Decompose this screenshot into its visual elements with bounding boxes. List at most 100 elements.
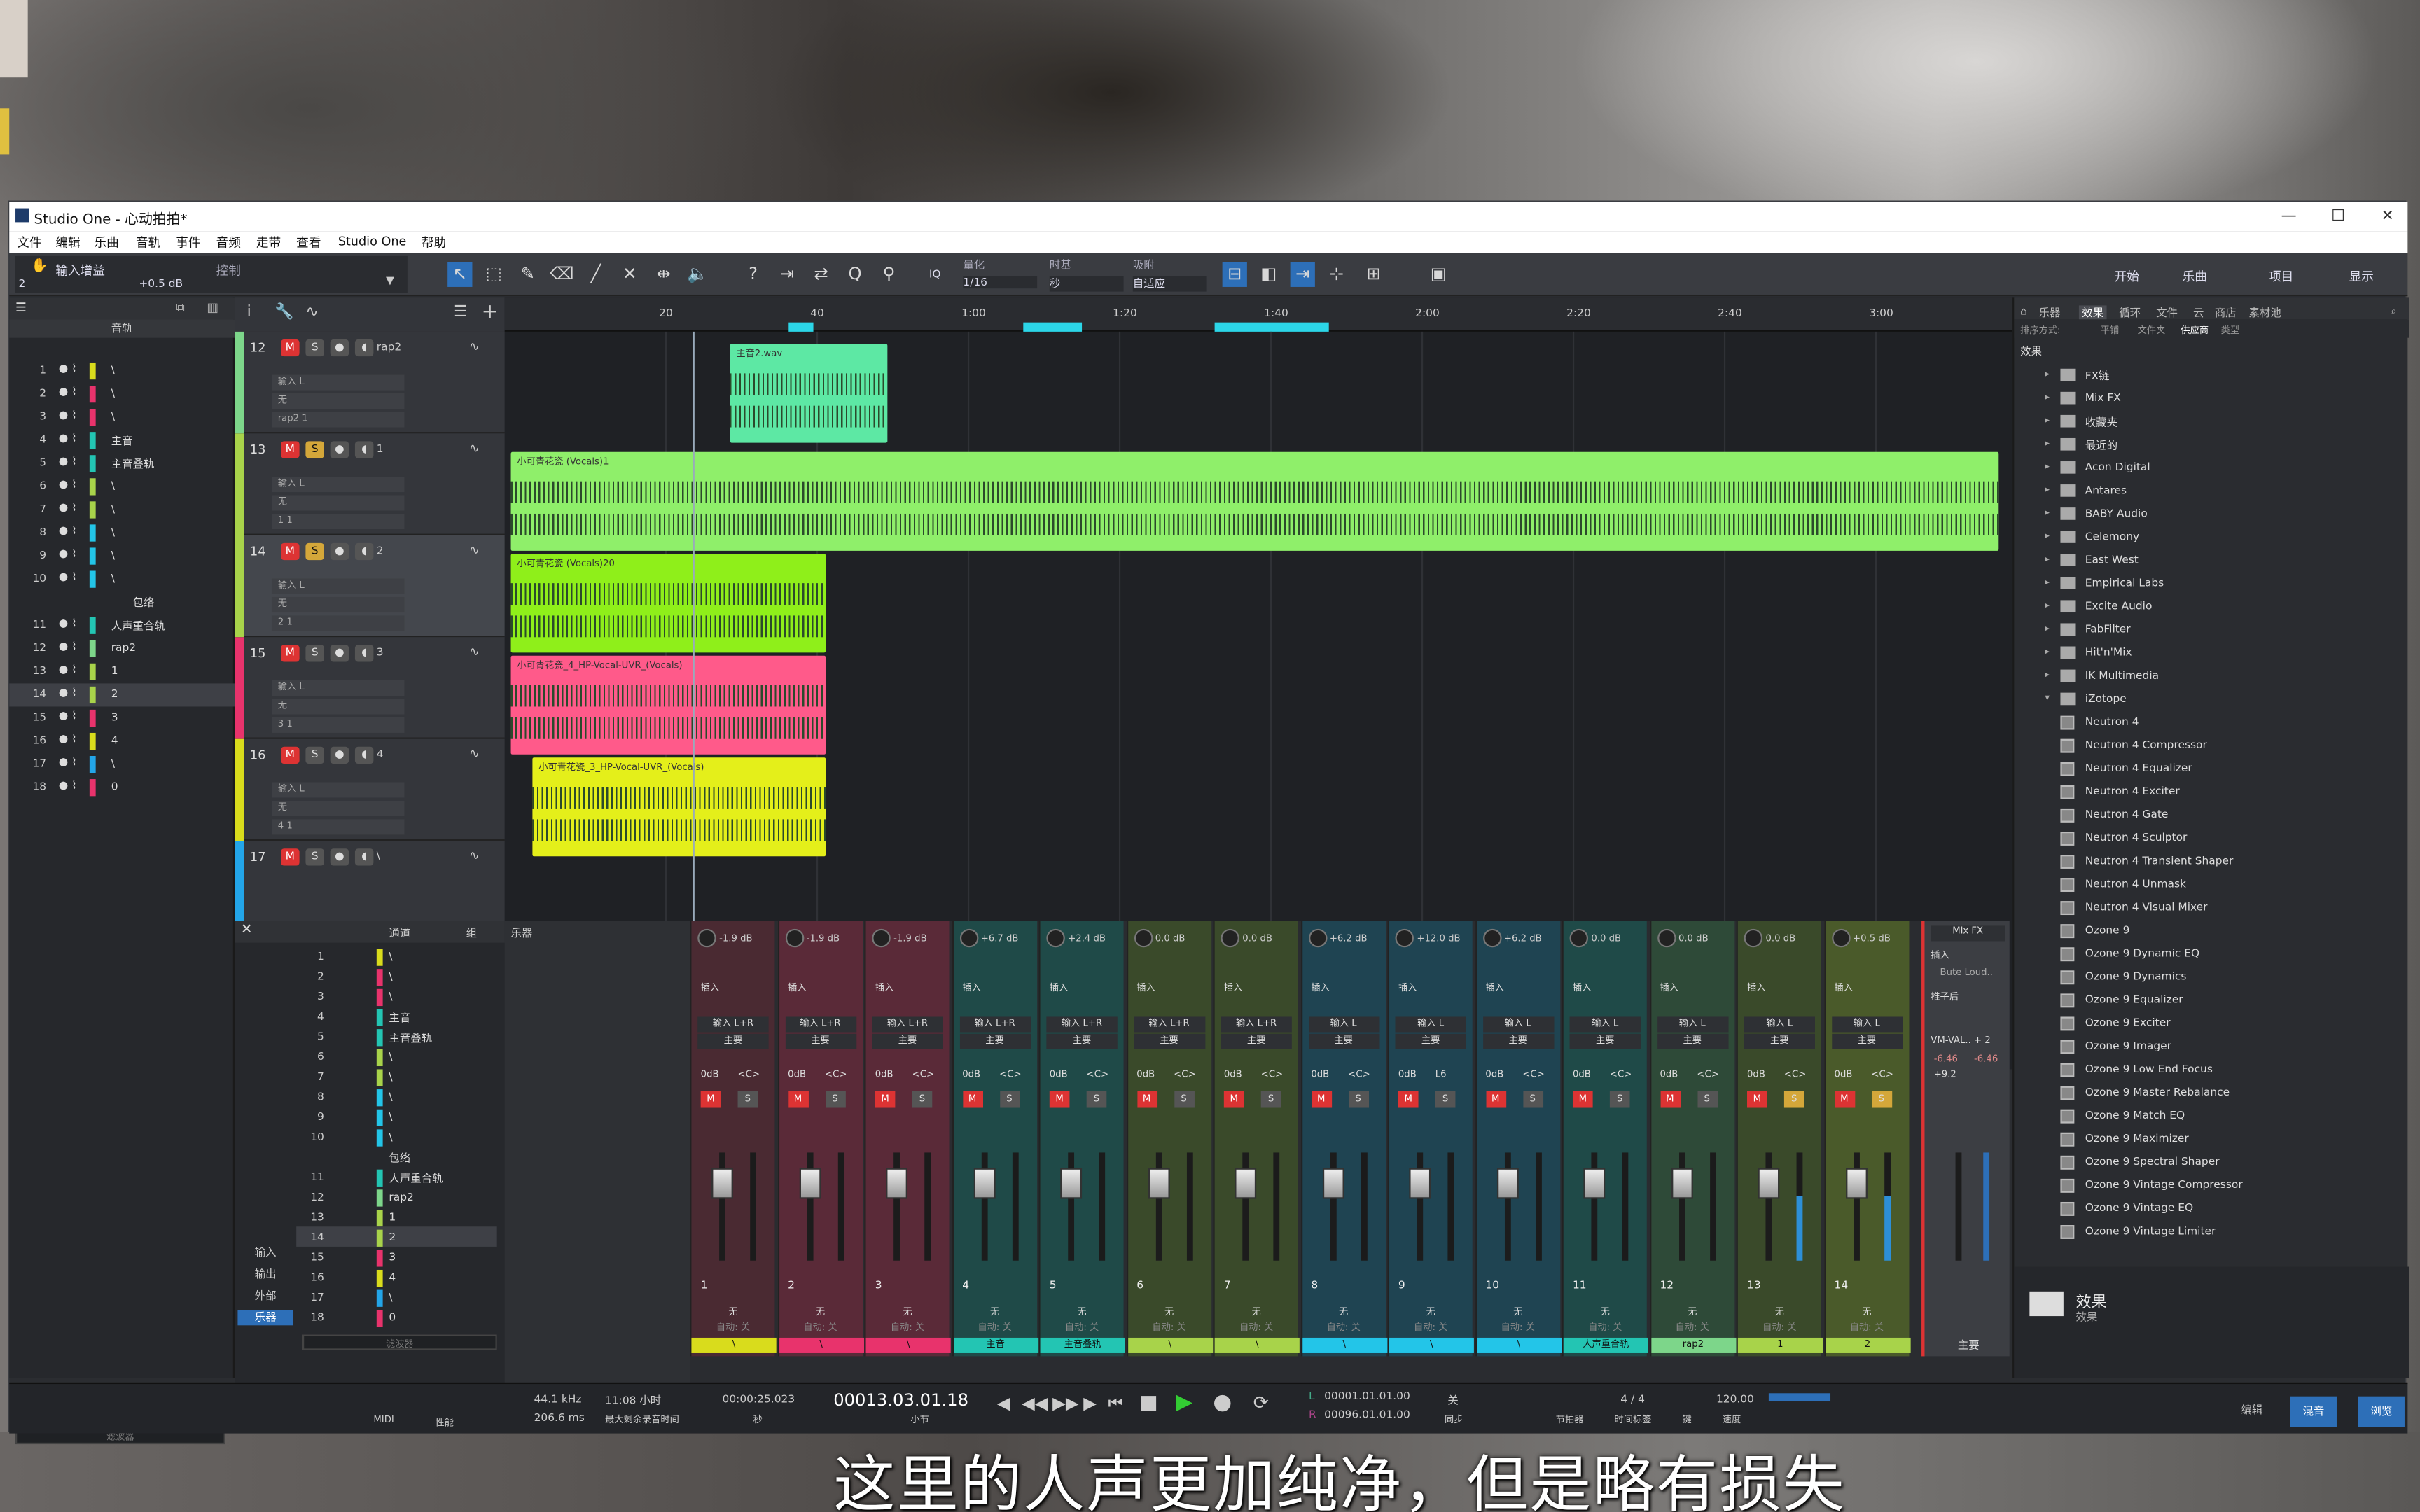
- gain-knob[interactable]: [1831, 928, 1850, 948]
- track-header-name[interactable]: 2: [377, 545, 384, 557]
- channel-output[interactable]: 主要: [1133, 1033, 1205, 1049]
- sort-folder[interactable]: 文件夹: [2138, 323, 2166, 336]
- track-header-name[interactable]: 4: [377, 748, 384, 761]
- track-header[interactable]: 12 M S ● ◖ rap2 ∿ 输入 L 无 rap2 1: [235, 331, 505, 434]
- channel-solo-button[interactable]: S: [999, 1091, 1020, 1108]
- channel-output[interactable]: 主要: [1307, 1033, 1379, 1049]
- track-visibility-icon[interactable]: ● ⌇: [59, 687, 77, 699]
- menu-file[interactable]: 文件: [17, 234, 41, 251]
- channel-solo-button[interactable]: S: [1609, 1091, 1630, 1108]
- track-list-row[interactable]: 12 ● ⌇ rap2: [9, 637, 235, 660]
- track-visibility-icon[interactable]: ● ⌇: [59, 617, 77, 630]
- channel-name-label[interactable]: 2: [1825, 1337, 1910, 1353]
- solo-button[interactable]: S: [305, 441, 324, 458]
- gain-knob[interactable]: [1307, 928, 1327, 948]
- record-arm-button[interactable]: ●: [330, 746, 349, 764]
- desktop-folder-icon[interactable]: [0, 108, 10, 155]
- fader-cap[interactable]: [1583, 1168, 1606, 1199]
- tab-start[interactable]: 开始: [2115, 269, 2139, 286]
- channel-send[interactable]: 无: [1221, 1303, 1291, 1319]
- solo-button[interactable]: S: [305, 542, 324, 561]
- plugin-item[interactable]: Neutron 4 Exciter: [2060, 782, 2400, 805]
- tab-pool[interactable]: 素材池: [2248, 305, 2281, 321]
- tab-browse[interactable]: 浏览: [2358, 1396, 2405, 1427]
- track-send-select[interactable]: 无: [271, 699, 405, 715]
- audio-clip[interactable]: 小可青花瓷 (Vocals)20: [510, 554, 826, 653]
- channel-pan[interactable]: <C>: [1174, 1069, 1195, 1079]
- track-list-row[interactable]: 8 ● ⌇ \: [9, 522, 235, 545]
- loop-start[interactable]: 00001.01.01.00: [1324, 1390, 1410, 1403]
- tab-effects[interactable]: 效果: [2078, 305, 2107, 321]
- close-button[interactable]: ✕: [2365, 205, 2411, 228]
- mixer-list-row[interactable]: 14 2: [296, 1226, 497, 1247]
- channel-solo-button[interactable]: S: [825, 1091, 845, 1108]
- track-channel-select[interactable]: 4 1: [271, 819, 405, 835]
- plugin-item[interactable]: Ozone 9 Vintage EQ: [2060, 1199, 2400, 1222]
- record-arm-button[interactable]: ●: [330, 542, 349, 561]
- channel-input[interactable]: 输入 L+R: [959, 1016, 1031, 1032]
- expand-arrow-icon[interactable]: ▸: [2045, 531, 2050, 541]
- audio-clip[interactable]: 小可青花瓷 (Vocals)1: [510, 451, 1999, 551]
- insert-slot[interactable]: 插入: [1050, 980, 1068, 993]
- menu-event[interactable]: 事件: [176, 234, 200, 251]
- tab-instruments[interactable]: 乐器: [2039, 305, 2061, 321]
- track-list-row[interactable]: 11 ● ⌇ 人声重合轨: [9, 614, 235, 637]
- plugin-item[interactable]: Neutron 4 Transient Shaper: [2060, 852, 2400, 875]
- audio-clip[interactable]: 主音2.wav: [730, 344, 888, 443]
- play-icon[interactable]: ▶: [1176, 1390, 1193, 1415]
- insert-slot[interactable]: 插入: [788, 980, 806, 993]
- fader-cap[interactable]: [1670, 1168, 1692, 1199]
- channel-mute-button[interactable]: M: [1223, 1091, 1244, 1108]
- browser-folder[interactable]: ▸ FX链: [2045, 365, 2400, 388]
- plugin-item[interactable]: Ozone 9 Spectral Shaper: [2060, 1152, 2400, 1175]
- plugin-item[interactable]: Neutron 4 Sculptor: [2060, 829, 2400, 852]
- channel-output[interactable]: 主要: [872, 1033, 943, 1049]
- expand-arrow-icon[interactable]: ▸: [2045, 415, 2050, 426]
- expand-arrow-icon[interactable]: ▸: [2045, 369, 2050, 379]
- channel-pan[interactable]: <C>: [1522, 1069, 1544, 1079]
- eraser-tool-icon[interactable]: ⌫: [550, 262, 574, 287]
- track-list-row[interactable]: 包络: [9, 591, 235, 614]
- channel-solo-button[interactable]: S: [1783, 1091, 1804, 1108]
- master-device[interactable]: VM-VAL.. + 2: [1931, 1035, 1990, 1046]
- forward-icon[interactable]: ▶▶: [1052, 1393, 1078, 1413]
- fader-cap[interactable]: [1235, 1168, 1257, 1199]
- channel-output[interactable]: 主要: [784, 1033, 856, 1049]
- plugin-item[interactable]: Ozone 9 Match EQ: [2060, 1106, 2400, 1129]
- track-visibility-icon[interactable]: ● ⌇: [59, 386, 77, 398]
- mute-button[interactable]: M: [281, 441, 300, 458]
- track-list-row[interactable]: 16 ● ⌇ 4: [9, 730, 235, 753]
- channel-output[interactable]: 主要: [1744, 1033, 1816, 1049]
- gain-knob[interactable]: [1744, 928, 1763, 948]
- mixer-list-row[interactable]: 2 \: [296, 966, 497, 986]
- mute-button[interactable]: M: [281, 542, 300, 561]
- browser-folder[interactable]: ▸ FabFilter: [2045, 620, 2400, 643]
- fader-cap[interactable]: [1758, 1168, 1780, 1199]
- browser-folder[interactable]: ▸ East West: [2045, 551, 2400, 574]
- track-input-select[interactable]: 输入 L: [271, 680, 405, 696]
- channel-send[interactable]: 无: [959, 1303, 1030, 1319]
- channel-name-label[interactable]: 主音: [953, 1337, 1038, 1353]
- channel-mute-button[interactable]: M: [1049, 1091, 1070, 1108]
- channel-output[interactable]: 主要: [1046, 1033, 1118, 1049]
- plugin-item[interactable]: Ozone 9 Dynamics: [2060, 967, 2400, 990]
- gain-knob[interactable]: [1482, 928, 1501, 948]
- mixer-list-row[interactable]: 5 主音叠轨: [296, 1026, 497, 1046]
- skip-icon[interactable]: ⇄: [809, 262, 833, 287]
- insert-slot[interactable]: 插入: [1660, 980, 1678, 993]
- channel-name-label[interactable]: \: [1476, 1337, 1562, 1353]
- track-input-select[interactable]: 输入 L: [271, 578, 405, 594]
- channel-pan[interactable]: <C>: [912, 1069, 934, 1079]
- fader-cap[interactable]: [1321, 1168, 1344, 1199]
- insert-slot[interactable]: 插入: [1311, 980, 1329, 993]
- track-list-row[interactable]: 9 ● ⌇ \: [9, 545, 235, 568]
- channel-automation[interactable]: 自动: 关: [1657, 1319, 1727, 1334]
- track-visibility-icon[interactable]: ● ⌇: [59, 733, 77, 746]
- channel-pan[interactable]: L6: [1435, 1069, 1447, 1079]
- channel-automation[interactable]: 自动: 关: [872, 1319, 943, 1334]
- channel-solo-button[interactable]: S: [912, 1091, 933, 1108]
- channel-send[interactable]: 无: [785, 1303, 856, 1319]
- add-track-icon[interactable]: +: [482, 301, 499, 324]
- gain-knob[interactable]: [1046, 928, 1065, 948]
- channel-mute-button[interactable]: M: [875, 1091, 896, 1108]
